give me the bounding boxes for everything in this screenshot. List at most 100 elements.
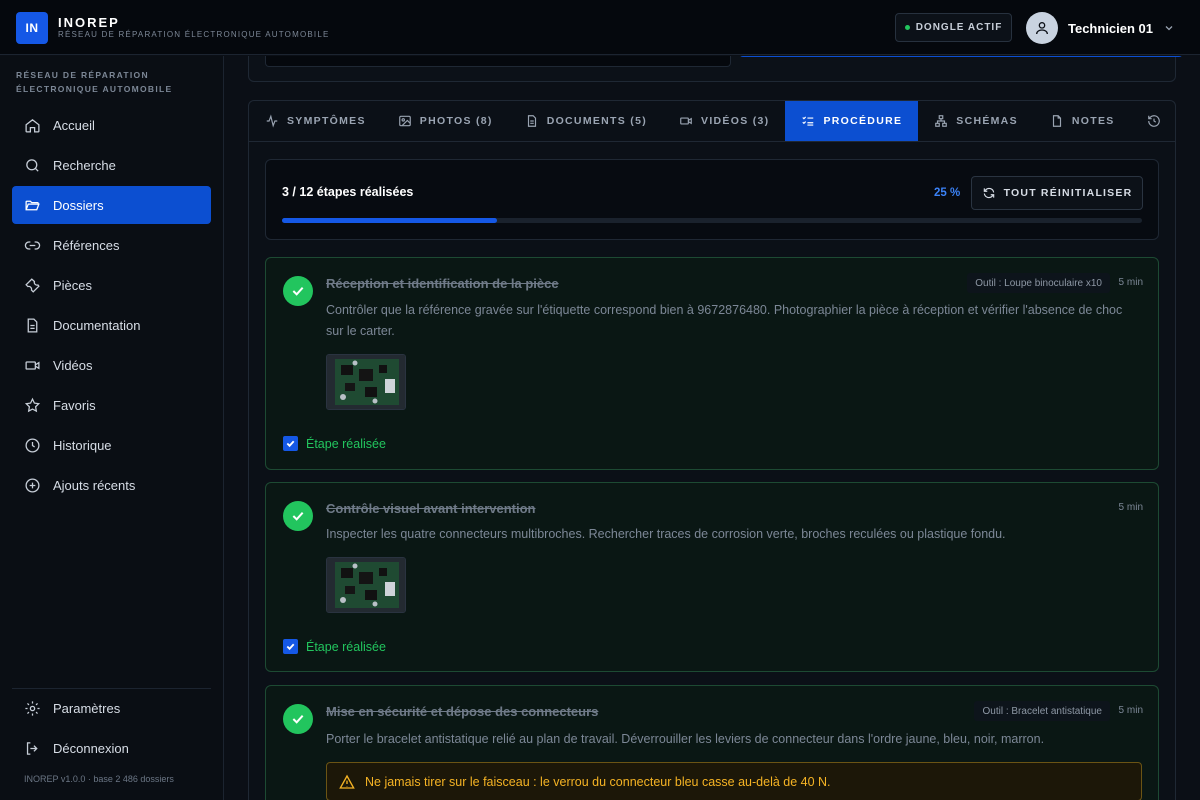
check-icon <box>292 714 304 724</box>
progress-percent: 25 % <box>934 187 961 199</box>
tab-label: DOCUMENTS (5) <box>546 115 648 127</box>
dongle-label: DONGLE ACTIF <box>915 22 1003 33</box>
checkbox-checked-icon <box>283 436 298 451</box>
tab-schemas[interactable]: SCHÉMAS <box>918 101 1034 141</box>
step-description: Inspecter les quatre connecteurs multibr… <box>326 527 1006 541</box>
sidebar-item-label: Paramètres <box>53 700 121 716</box>
image-icon <box>398 115 411 127</box>
sidebar-item-label: Favoris <box>53 397 96 413</box>
sidebar-header: RÉSEAU DE RÉPARATION ÉLECTRONIQUE AUTOMO… <box>16 70 173 94</box>
circuit-board-image <box>327 355 405 409</box>
step-duration: 5 min <box>1118 705 1143 716</box>
dongle-status-badge[interactable]: DONGLE ACTIF <box>895 13 1012 42</box>
sidebar-item-videos[interactable]: Vidéos <box>12 346 211 384</box>
dossier-tabs-panel: SYMPTÔMES PHOTOS (8) DOCUMENTS (5) VIDÉO… <box>248 100 1176 800</box>
tab-videos[interactable]: VIDÉOS (3) <box>663 101 785 141</box>
sidebar-item-favoris[interactable]: Favoris <box>12 386 211 424</box>
progress-label: 3 / 12 étapes réalisées <box>282 185 414 199</box>
sidebar-item-deconnexion[interactable]: Déconnexion <box>12 729 211 767</box>
tab-notes[interactable]: NOTES <box>1034 101 1131 141</box>
tab-label: PROCÉDURE <box>823 115 903 127</box>
sidebar: RÉSEAU DE RÉPARATION ÉLECTRONIQUE AUTOMO… <box>0 56 224 800</box>
link-icon <box>24 240 41 250</box>
step-photo-thumbnail[interactable] <box>326 557 406 613</box>
sidebar-item-label: Vidéos <box>53 357 93 373</box>
warning-icon <box>339 774 355 789</box>
sidebar-item-label: Pièces <box>53 277 93 293</box>
folder-open-icon <box>25 200 40 210</box>
step-warning: Ne jamais tirer sur le faisceau : le ver… <box>326 762 1142 800</box>
tab-photos[interactable]: PHOTOS (8) <box>382 101 509 141</box>
sidebar-item-pieces[interactable]: Pièces <box>12 266 211 304</box>
sidebar-item-references[interactable]: Références <box>12 226 211 264</box>
sidebar-item-parametres[interactable]: Paramètres <box>12 689 211 727</box>
history-icon <box>1147 115 1160 127</box>
procedure-progress-card: 3 / 12 étapes réalisées 25 % TOUT RÉINIT… <box>265 159 1159 240</box>
brand-subtitle: RÉSEAU DE RÉPARATION ÉLECTRONIQUE AUTOMO… <box>58 30 330 39</box>
video-icon <box>680 117 692 125</box>
activity-icon <box>266 114 278 128</box>
tab-documents[interactable]: DOCUMENTS (5) <box>509 101 663 141</box>
sidebar-item-documentation[interactable]: Documentation <box>12 306 211 344</box>
user-name: Technicien 01 <box>1068 20 1154 36</box>
clock-icon <box>25 437 40 453</box>
document-icon <box>27 317 38 333</box>
sidebar-item-recherche[interactable]: Recherche <box>12 146 211 184</box>
reset-all-label: TOUT RÉINITIALISER <box>1003 187 1133 199</box>
user-menu[interactable]: Technicien 01 <box>1026 12 1175 44</box>
step-photo-thumbnail[interactable] <box>326 354 406 410</box>
sidebar-item-dossiers[interactable]: Dossiers <box>12 186 211 224</box>
progress-bar <box>282 218 1142 223</box>
tab-symptomes[interactable]: SYMPTÔMES <box>249 101 382 141</box>
primary-action-button[interactable] <box>739 56 1183 57</box>
step-tool-badge: Outil : Bracelet antistatique <box>974 701 1110 721</box>
wrench-icon <box>25 277 40 293</box>
brand-name: INOREP <box>58 15 120 30</box>
progress-bar-fill <box>282 218 497 223</box>
tab-procedure[interactable]: PROCÉDURE <box>785 101 919 141</box>
step-completed-icon[interactable] <box>283 276 313 306</box>
step-tool-badge: Outil : Loupe binoculaire x10 <box>967 273 1110 293</box>
step-completed-icon[interactable] <box>283 501 313 531</box>
sidebar-item-accueil[interactable]: Accueil <box>12 106 211 144</box>
summary-card <box>248 56 1183 82</box>
step-done-checkbox[interactable]: Étape réalisée <box>283 436 386 451</box>
step-warning-text: Ne jamais tirer sur le faisceau : le ver… <box>365 774 831 789</box>
sidebar-item-label: Références <box>53 237 120 253</box>
video-icon <box>25 360 40 370</box>
step-description: Porter le bracelet antistatique relié au… <box>326 732 1045 746</box>
checkbox-checked-icon <box>283 639 298 654</box>
status-dot-icon <box>904 25 910 30</box>
step-title: Réception et identification de la pièce <box>326 276 559 291</box>
sidebar-item-ajouts-recents[interactable]: Ajouts récents <box>12 466 211 504</box>
sidebar-item-label: Historique <box>53 437 112 453</box>
checklist-icon <box>802 116 814 126</box>
tab-label: VIDÉOS (3) <box>701 115 770 127</box>
main-content: SYMPTÔMES PHOTOS (8) DOCUMENTS (5) VIDÉO… <box>224 56 1200 800</box>
sidebar-item-label: Documentation <box>53 317 141 333</box>
plus-circle-icon <box>25 477 40 493</box>
version-text: INOREP v1.0.0 · base 2 486 dossiers <box>24 774 174 784</box>
procedure-step: Mise en sécurité et dépose des connecteu… <box>265 685 1159 800</box>
step-duration: 5 min <box>1118 502 1143 513</box>
tab-label: NOTES <box>1071 115 1115 127</box>
sidebar-item-label: Ajouts récents <box>53 477 136 493</box>
sidebar-item-label: Recherche <box>53 157 116 173</box>
home-icon <box>25 118 40 133</box>
reset-all-button[interactable]: TOUT RÉINITIALISER <box>971 176 1143 210</box>
chevron-down-icon <box>1165 26 1173 31</box>
step-done-label: Étape réalisée <box>306 436 386 451</box>
tab-bar: SYMPTÔMES PHOTOS (8) DOCUMENTS (5) VIDÉO… <box>249 101 1175 142</box>
schema-icon <box>935 115 948 127</box>
star-icon <box>24 397 41 412</box>
step-done-checkbox[interactable]: Étape réalisée <box>283 639 386 654</box>
step-completed-icon[interactable] <box>283 704 313 734</box>
top-bar: IN INOREP RÉSEAU DE RÉPARATION ÉLECTRONI… <box>0 0 1200 55</box>
refresh-icon <box>983 187 994 199</box>
sidebar-item-historique[interactable]: Historique <box>12 426 211 464</box>
app-logo[interactable]: IN <box>16 12 48 44</box>
tab-history[interactable] <box>1131 101 1175 141</box>
check-icon <box>292 511 304 521</box>
top-field[interactable] <box>265 56 731 67</box>
tab-label: PHOTOS (8) <box>419 115 493 127</box>
